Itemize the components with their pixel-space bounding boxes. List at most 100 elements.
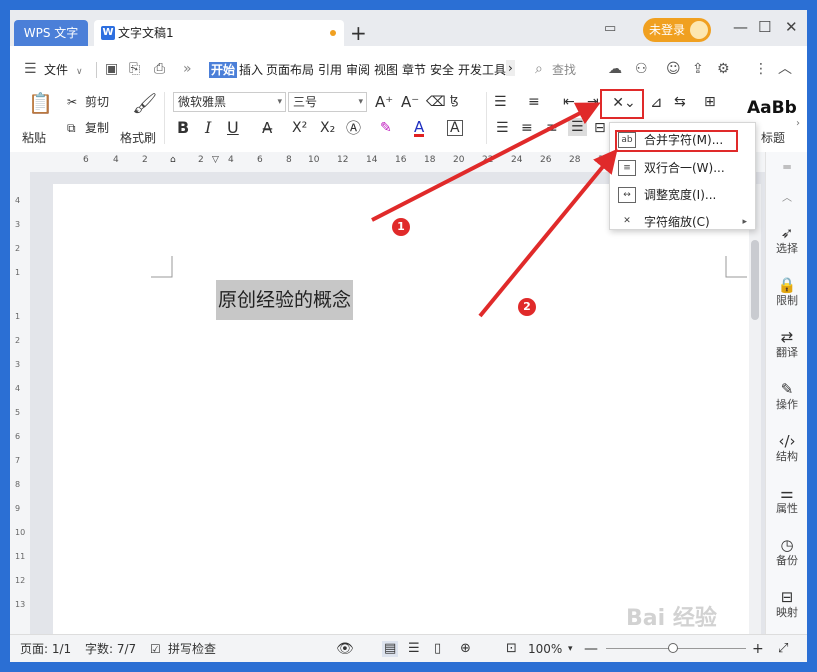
tab-references[interactable]: 引用 — [318, 62, 342, 78]
more-options-icon[interactable]: ⋮ — [754, 60, 768, 78]
menu-item-adjust-width[interactable]: ↔ 调整宽度(I)... — [610, 182, 755, 208]
first-line-indent-icon[interactable]: ▽ — [212, 155, 219, 165]
zoom-out-icon[interactable]: — — [584, 641, 598, 657]
panel-select[interactable]: ➶ 选择 — [766, 224, 807, 256]
zoom-slider-handle[interactable] — [668, 643, 678, 653]
fullscreen-icon[interactable]: ⤢ — [778, 641, 788, 657]
align-left-icon[interactable]: ☰ — [496, 120, 509, 136]
share-user-icon[interactable]: ⚇ — [635, 60, 648, 78]
panel-operations[interactable]: ✎ 操作 — [766, 380, 807, 412]
export-share-icon[interactable]: ⇪ — [692, 60, 704, 78]
maximize-icon[interactable]: ☐ — [758, 18, 771, 36]
font-size-select[interactable]: 三号 ▾ — [288, 92, 367, 112]
menu-item-char-scale[interactable]: ✕ 字符缩放(C) ▸ — [610, 209, 755, 235]
highlight-color-icon[interactable]: ✎ — [380, 120, 392, 136]
vertical-ruler[interactable]: 4 3 2 1 1 2 3 4 5 6 7 8 9 10 11 12 13 — [10, 172, 30, 634]
print-icon[interactable]: ⎙ — [154, 60, 165, 78]
cloud-sync-icon[interactable]: ☁ — [608, 60, 622, 78]
align-center-icon[interactable]: ≡ — [521, 120, 533, 136]
font-color-icon[interactable]: A — [414, 120, 425, 137]
eye-protection-icon[interactable]: 👁 — [336, 641, 354, 657]
copy-button[interactable]: 复制 — [85, 120, 109, 136]
panel-backup[interactable]: ◷ 备份 — [766, 536, 807, 568]
tab-wps-home[interactable]: WPS 文字 — [14, 20, 88, 46]
new-tab-button[interactable]: + — [350, 22, 367, 44]
panel-properties[interactable]: ⚌ 属性 — [766, 484, 807, 516]
phonetic-guide-icon[interactable]: ꜩ — [450, 92, 459, 108]
tab-insert[interactable]: 插入 — [239, 62, 263, 78]
tab-developer[interactable]: 开发工具 — [458, 62, 506, 78]
vertical-scrollbar[interactable] — [749, 184, 761, 634]
reading-view-icon[interactable]: ▯ — [434, 641, 441, 657]
panel-structure[interactable]: ‹/› 结构 — [766, 432, 807, 464]
increase-indent-icon[interactable]: ⇥ — [587, 94, 599, 110]
panel-mapping[interactable]: ⊟ 映射 — [766, 588, 807, 620]
page-count[interactable]: 页面: 1/1 — [20, 641, 71, 657]
panel-collapse-icon[interactable]: ═ — [766, 160, 807, 174]
style-preview[interactable]: AaBb — [747, 94, 801, 122]
selected-text[interactable]: 原创经验的概念 — [216, 280, 354, 320]
minimize-icon[interactable]: — — [733, 18, 748, 36]
search-icon[interactable]: ⌕ — [535, 60, 543, 78]
tab-view[interactable]: 视图 — [374, 62, 398, 78]
strikethrough-icon[interactable]: A̶ — [262, 120, 272, 136]
close-icon[interactable]: ✕ — [785, 18, 798, 36]
outline-view-icon[interactable]: ☰ — [408, 641, 420, 657]
tab-page-layout[interactable]: 页面布局 — [266, 62, 314, 78]
text-direction-icon[interactable]: ⊿ — [650, 94, 663, 110]
align-right-icon[interactable]: ≡ — [546, 120, 558, 136]
distributed-align-icon[interactable]: ⊟ — [594, 120, 606, 136]
document-page[interactable]: 原创经验的概念 — [53, 184, 749, 634]
page-view-icon[interactable]: ▤ — [382, 641, 399, 657]
copy-icon[interactable]: ⧉ — [67, 120, 76, 136]
tab-document[interactable]: W 文字文稿1 — [94, 20, 344, 46]
panel-translate[interactable]: ⇄ 翻译 — [766, 328, 807, 360]
underline-button[interactable]: U — [227, 120, 239, 136]
justify-icon[interactable]: ☰ — [568, 118, 587, 136]
chevron-up-icon[interactable]: ︿ — [766, 192, 807, 206]
chevron-down-icon[interactable]: ▾ — [568, 641, 573, 657]
settings-gear-icon[interactable]: ⚙ — [717, 60, 730, 78]
bold-button[interactable]: B — [177, 120, 189, 136]
character-border-icon[interactable]: A — [447, 120, 463, 136]
spell-check[interactable]: 拼写检查 — [168, 641, 216, 657]
scrollbar-thumb[interactable] — [751, 240, 759, 320]
decrease-font-icon[interactable]: A⁻ — [401, 94, 419, 110]
cut-button[interactable]: 剪切 — [85, 94, 109, 110]
format-painter-icon[interactable]: 🖌 — [132, 92, 157, 114]
chevron-down-icon[interactable]: ∨ — [76, 64, 83, 80]
font-name-select[interactable]: 微软雅黑 ▾ — [173, 92, 286, 112]
panel-restrict[interactable]: 🔒 限制 — [766, 276, 807, 308]
checkbox-icon[interactable]: ☑ — [150, 641, 161, 657]
clear-format-icon[interactable]: ⌫ — [426, 94, 446, 110]
web-view-icon[interactable]: ⊕ — [460, 641, 471, 657]
zoom-level[interactable]: 100% — [528, 641, 562, 657]
search-label[interactable]: 查找 — [552, 62, 576, 78]
login-button[interactable]: 未登录 — [643, 18, 711, 42]
tab-chapter[interactable]: 章节 — [402, 62, 426, 78]
export-icon[interactable]: ⎘ — [129, 60, 140, 78]
more-quick-icon[interactable]: » — [183, 60, 192, 78]
scissors-icon[interactable]: ✂ — [67, 94, 77, 110]
tab-review[interactable]: 审阅 — [346, 62, 370, 78]
line-spacing-icon[interactable]: ⇆ — [674, 94, 686, 110]
tab-home[interactable]: 开始 — [209, 62, 238, 78]
italic-button[interactable]: I — [205, 120, 211, 136]
fit-page-icon[interactable]: ⊡ — [506, 641, 517, 657]
collapse-ribbon-icon[interactable]: ︿ — [778, 60, 792, 78]
decrease-indent-icon[interactable]: ⇤ — [563, 94, 575, 110]
zoom-in-icon[interactable]: + — [752, 641, 764, 657]
file-menu[interactable]: 文件 — [44, 62, 68, 78]
word-count[interactable]: 字数: 7/7 — [85, 641, 136, 657]
save-icon[interactable]: ▣ — [105, 60, 118, 78]
heading-style-label[interactable]: 标题 — [761, 130, 785, 146]
bullet-list-icon[interactable]: ☰ — [494, 94, 507, 110]
menu-item-two-lines-in-one[interactable]: ≡ 双行合一(W)... — [610, 155, 755, 181]
hamburger-icon[interactable]: ☰ — [24, 60, 37, 78]
chevron-right-icon[interactable]: › — [506, 60, 515, 76]
tab-security[interactable]: 安全 — [430, 62, 454, 78]
window-layout-icon[interactable]: ▭ — [604, 20, 616, 38]
format-painter-button[interactable]: 格式刷 — [120, 130, 156, 146]
paste-icon[interactable]: 📋 — [28, 92, 53, 114]
superscript-icon[interactable]: X² — [292, 120, 307, 136]
